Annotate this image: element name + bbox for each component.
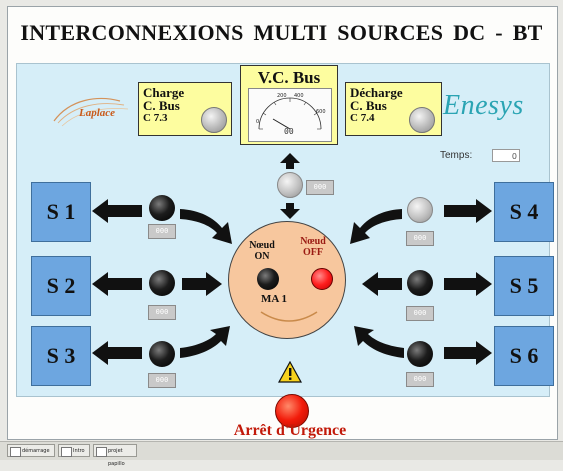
node-on-light[interactable] bbox=[257, 268, 279, 290]
s3-status-light[interactable] bbox=[149, 341, 175, 367]
s6-curve-arrow-icon bbox=[354, 326, 404, 358]
s1-curve-arrow-icon bbox=[180, 209, 232, 244]
s1-value-readout: 000 bbox=[148, 224, 176, 239]
s5-left-arrow-icon bbox=[362, 272, 402, 296]
s2-status-light[interactable] bbox=[149, 270, 175, 296]
taskbar-item-label: démarrage bbox=[22, 448, 50, 454]
s6-arrow-icon bbox=[444, 341, 492, 365]
s6-status-light[interactable] bbox=[407, 341, 433, 367]
s5-status-light[interactable] bbox=[407, 270, 433, 296]
s2-right-arrow-icon bbox=[182, 272, 222, 296]
s5-arrow-icon bbox=[444, 272, 492, 296]
emergency-stop-label: Arrêt d'Urgence bbox=[233, 422, 347, 439]
node-off-light[interactable] bbox=[311, 268, 333, 290]
s5-value-readout: 000 bbox=[406, 306, 434, 321]
warning-icon bbox=[278, 361, 302, 383]
taskbar-item-intro[interactable]: Intro bbox=[58, 444, 90, 457]
s1-status-light[interactable] bbox=[149, 195, 175, 221]
node-name-label: MA 1 bbox=[261, 293, 287, 305]
node-on-label-2: ON bbox=[254, 251, 270, 262]
taskbar-item-demarrage[interactable]: démarrage bbox=[7, 444, 55, 457]
s3-value-readout: 000 bbox=[148, 373, 176, 388]
node-off-label-1: Nœud bbox=[300, 236, 326, 247]
window-icon bbox=[61, 447, 72, 457]
node-ma1: Nœud ON Nœud OFF MA 1 bbox=[228, 221, 346, 339]
s3-arrow-icon bbox=[92, 341, 142, 365]
s4-value-readout: 000 bbox=[406, 231, 434, 246]
s4-curve-arrow-icon bbox=[350, 209, 402, 244]
s1-arrow-icon bbox=[92, 199, 142, 223]
node-off-label-2: OFF bbox=[303, 247, 323, 258]
s3-curve-arrow-icon bbox=[180, 326, 230, 358]
taskbar: démarrage Intro projet papillo bbox=[0, 441, 563, 467]
s2-arrow-icon bbox=[92, 272, 142, 296]
s2-value-readout: 000 bbox=[148, 305, 176, 320]
node-on-label-1: Nœud bbox=[249, 240, 275, 251]
taskbar-item-projet[interactable]: projet papillo bbox=[93, 444, 137, 467]
s4-status-light[interactable] bbox=[407, 197, 433, 223]
window-icon bbox=[96, 447, 107, 457]
taskbar-item-label: Intro bbox=[73, 448, 85, 454]
node-smile-icon bbox=[260, 311, 318, 322]
s6-value-readout: 000 bbox=[406, 372, 434, 387]
window-icon bbox=[10, 447, 21, 457]
taskbar-item-label: projet papillo bbox=[108, 448, 125, 467]
s4-arrow-icon bbox=[444, 199, 492, 223]
